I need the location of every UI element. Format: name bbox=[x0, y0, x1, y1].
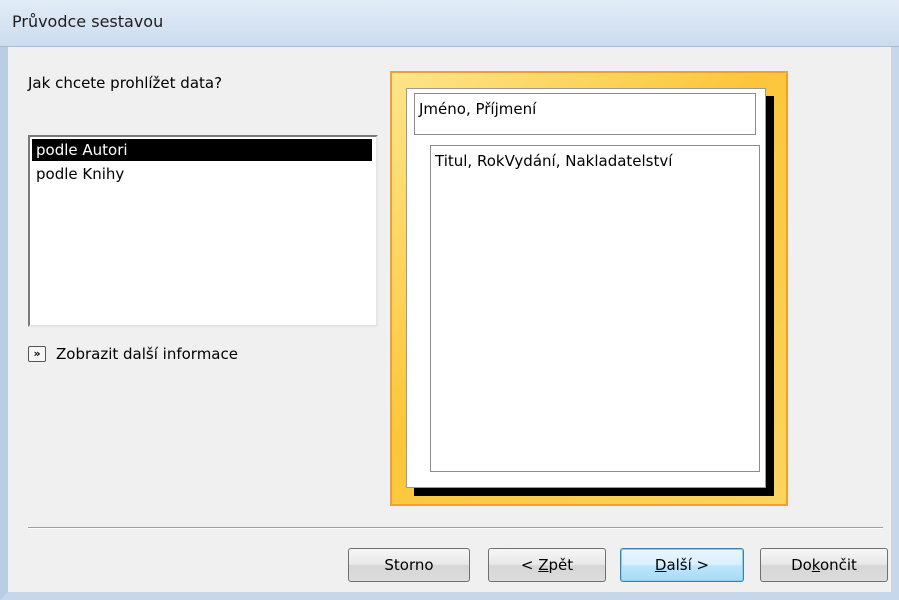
window-title: Průvodce sestavou bbox=[12, 12, 164, 31]
back-button-rest: pět bbox=[548, 556, 574, 574]
back-button-mnemonic: Z bbox=[538, 556, 549, 574]
preview-group-header: Jméno, Příjmení bbox=[414, 93, 756, 135]
show-more-info-label: Zobrazit další informace bbox=[56, 345, 238, 363]
cancel-button[interactable]: Storno bbox=[348, 548, 470, 582]
group-header-fields: Jméno, Příjmení bbox=[419, 100, 537, 118]
list-item-by-books[interactable]: podle Knihy bbox=[32, 163, 372, 185]
title-bar[interactable]: Průvodce sestavou bbox=[0, 0, 899, 47]
finish-button[interactable]: Dokončit bbox=[760, 548, 888, 582]
view-question-label: Jak chcete prohlížet data? bbox=[28, 74, 223, 92]
view-by-listbox[interactable]: podle Autori podle Knihy bbox=[28, 135, 378, 327]
finish-button-rest: ončit bbox=[819, 556, 857, 574]
detail-fields: Titul, RokVydání, Nakladatelství bbox=[435, 152, 673, 170]
preview-detail-section: Titul, RokVydání, Nakladatelství bbox=[430, 145, 760, 472]
cancel-button-label: Storno bbox=[384, 556, 434, 574]
back-button-prefix: < bbox=[520, 556, 539, 574]
next-button-mnemonic: D bbox=[654, 556, 667, 574]
double-chevron-right-icon[interactable]: » bbox=[28, 346, 46, 362]
finish-button-prefix: Do bbox=[791, 556, 812, 574]
show-more-info-link[interactable]: » Zobrazit další informace bbox=[28, 345, 238, 363]
next-button[interactable]: Další > bbox=[620, 548, 744, 582]
next-button-rest: alší > bbox=[666, 556, 710, 574]
list-item-by-authors[interactable]: podle Autori bbox=[32, 139, 372, 161]
button-separator bbox=[28, 527, 883, 529]
back-button[interactable]: < Zpět bbox=[488, 548, 606, 582]
finish-button-mnemonic: k bbox=[811, 556, 820, 574]
